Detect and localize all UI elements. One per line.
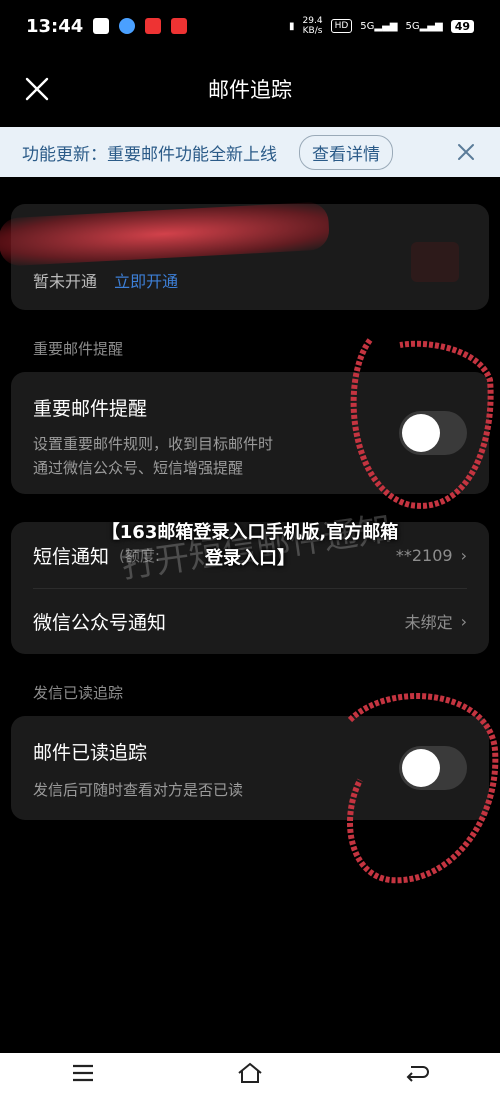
- important-mail-title: 重要邮件提醒: [33, 398, 148, 420]
- wechat-notification-value: 未绑定: [404, 613, 453, 632]
- net-speed: 29.4 KB/s: [303, 16, 323, 36]
- status-time: 13:44: [26, 15, 84, 37]
- status-right: ▮ 29.4 KB/s HD 5G▂▄▆ 5G▂▄▆ 49: [289, 16, 474, 36]
- account-card: 暂未开通 立即开通: [0, 201, 489, 310]
- page-title: 邮件追踪: [208, 78, 292, 102]
- notice-close-icon[interactable]: [454, 140, 478, 164]
- hd-badge: HD: [330, 19, 353, 33]
- important-mail-desc-line2: 通过微信公众号、短信增强提醒: [33, 459, 244, 477]
- update-notice-banner: 功能更新：重要邮件功能全新上线 查看详情: [0, 127, 500, 177]
- qq-icon: [119, 18, 136, 34]
- account-status-line: 暂未开通 立即开通: [33, 268, 178, 292]
- system-nav-bar: [0, 1053, 500, 1097]
- signal-1: 5G▂▄▆: [360, 20, 398, 32]
- chevron-right-icon: ›: [460, 611, 467, 631]
- status-bar: 13:44 ▮ 29.4 KB/s HD 5G▂▄▆ 5G▂▄▆ 49: [0, 0, 500, 52]
- activate-now-link[interactable]: 立即开通: [114, 272, 178, 291]
- signal-2-label: 5G: [405, 20, 420, 32]
- redacted-account-mask: [0, 201, 331, 267]
- view-details-button[interactable]: 查看详情: [299, 134, 393, 170]
- back-icon[interactable]: [405, 1063, 429, 1087]
- overlay-title: 【163邮箱登录入口手机版,官方邮箱 登录入口】: [70, 520, 430, 572]
- notice-text: 功能更新：重要邮件功能全新上线: [22, 144, 277, 165]
- vibrate-icon: ▮: [289, 20, 295, 32]
- wechat-notification-value-wrap: 未绑定 ›: [405, 609, 467, 633]
- red-circle-annotation-2: [347, 693, 499, 884]
- overlay-title-line2: 登录入口】: [205, 548, 295, 569]
- important-mail-description: 设置重要邮件规则，收到目标邮件时 通过微信公众号、短信增强提醒: [33, 432, 273, 480]
- read-tracking-description: 发信后可随时查看对方是否已读: [33, 781, 244, 799]
- home-icon[interactable]: [237, 1062, 263, 1088]
- wechat-notification-row[interactable]: 微信公众号通知 未绑定 ›: [11, 588, 489, 654]
- red-circle-annotation-1: [350, 338, 494, 509]
- account-status-text: 暂未开通: [33, 272, 98, 291]
- title-bar: 邮件追踪: [0, 52, 500, 126]
- read-tracking-section-label: 发信已读追踪: [33, 684, 124, 702]
- signal-1-label: 5G: [360, 20, 375, 32]
- app-badge-icon: [171, 18, 188, 34]
- signal-2: 5G▂▄▆: [405, 20, 443, 32]
- overlay-title-line1: 【163邮箱登录入口手机版,官方邮箱: [101, 522, 399, 543]
- mail-envelope-icon: [411, 242, 459, 282]
- map-pin-icon: [145, 18, 162, 34]
- important-mail-section-label: 重要邮件提醒: [33, 340, 124, 358]
- battery-icon: 49: [450, 19, 474, 33]
- wechat-notification-label: 微信公众号通知: [33, 611, 167, 634]
- important-mail-desc-line1: 设置重要邮件规则，收到目标邮件时: [33, 435, 274, 453]
- menu-icon[interactable]: [71, 1064, 95, 1086]
- read-tracking-title: 邮件已读追踪: [33, 742, 148, 764]
- status-left: 13:44: [26, 15, 188, 37]
- chevron-right-icon: ›: [460, 545, 467, 565]
- net-speed-unit: KB/s: [302, 26, 323, 36]
- notification-icon: [93, 18, 110, 34]
- net-speed-value: 29.4: [302, 16, 323, 26]
